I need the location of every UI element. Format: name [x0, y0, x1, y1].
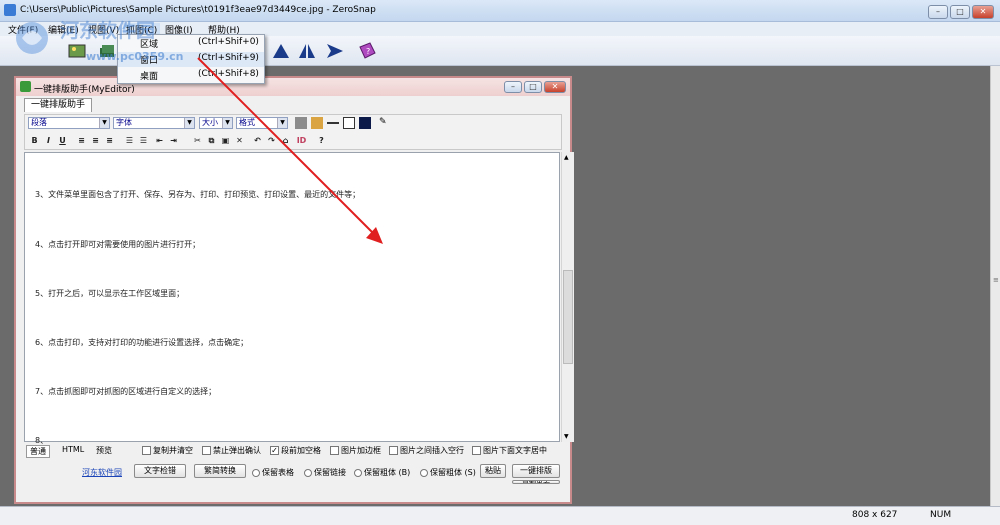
annotation-arrow	[197, 57, 383, 244]
